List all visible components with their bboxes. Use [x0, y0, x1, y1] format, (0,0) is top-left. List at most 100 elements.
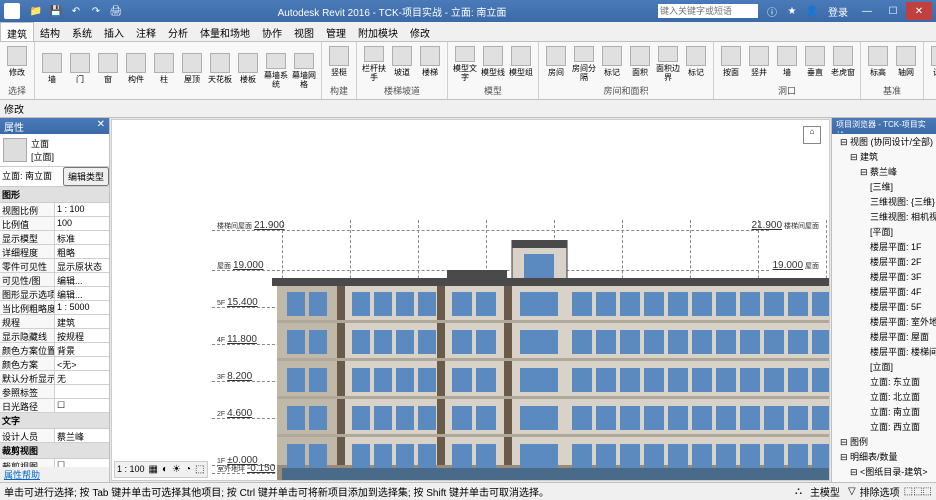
close-button[interactable]: ✕ — [906, 2, 932, 20]
model-label[interactable]: 主模型 — [810, 484, 840, 499]
tree-item-22[interactable]: ⊟ <图纸目录-建筑> — [832, 464, 936, 479]
tab-6[interactable]: 体量和场地 — [194, 22, 256, 41]
tree-item-11[interactable]: 楼层平面: 5F — [832, 299, 936, 314]
tree-item-18[interactable]: 立面: 南立面 — [832, 404, 936, 419]
tree-item-7[interactable]: 楼层平面: 1F — [832, 239, 936, 254]
level-line[interactable] — [212, 230, 769, 231]
tree-item-4[interactable]: 三维视图: {三维} — [832, 194, 936, 209]
tab-4[interactable]: 注释 — [130, 22, 162, 41]
ribbon-item-5-0[interactable]: 房间 — [543, 46, 569, 82]
tree-item-21[interactable]: ⊟ 明细表/数量 — [832, 449, 936, 464]
tree-item-3[interactable]: [三维] — [832, 179, 936, 194]
ribbon-item-1-5[interactable]: 屋顶 — [179, 53, 205, 89]
qat-open-icon[interactable]: 📁 — [28, 3, 44, 19]
search-input[interactable] — [658, 4, 758, 18]
ribbon-item-3-0[interactable]: 栏杆扶手 — [361, 46, 387, 82]
tree-item-5[interactable]: 三维视图: 相机视 — [832, 209, 936, 224]
prop-row[interactable]: 默认分析显示无 — [0, 371, 109, 385]
prop-section-header[interactable]: 文字 — [0, 413, 109, 429]
tree-item-19[interactable]: 立面: 西立面 — [832, 419, 936, 434]
visual-style-icon[interactable]: ◐ — [162, 464, 168, 475]
prop-row[interactable]: 规程建筑 — [0, 315, 109, 329]
star-icon[interactable]: ★ — [784, 3, 800, 19]
tab-11[interactable]: 修改 — [404, 22, 436, 41]
minimize-button[interactable]: — — [854, 2, 880, 20]
prop-row[interactable]: 显示模型标准 — [0, 231, 109, 245]
level-label-left[interactable]: 4F 11.800 — [217, 334, 257, 345]
crop-icon[interactable]: ⬚ — [195, 464, 204, 475]
prop-row[interactable]: 裁剪视图☐ — [0, 459, 109, 467]
shadows-icon[interactable]: ◔ — [185, 464, 191, 475]
properties-help-link[interactable]: 属性帮助 — [0, 467, 109, 482]
tree-item-12[interactable]: 楼层平面: 室外地 — [832, 314, 936, 329]
ribbon-item-3-1[interactable]: 坡道 — [389, 46, 415, 82]
ribbon-item-4-1[interactable]: 模型线 — [480, 46, 506, 82]
user-icon[interactable]: 👤 — [804, 3, 820, 19]
tab-1[interactable]: 结构 — [34, 22, 66, 41]
tree-item-0[interactable]: ⊟ 视图 (协同设计/全部) — [832, 134, 936, 149]
drawing-viewport[interactable]: 楼梯间屋面 21.90021.900 楼梯间屋面屋面 19.00019.000 … — [111, 119, 830, 481]
tab-5[interactable]: 分析 — [162, 22, 194, 41]
ribbon-item-1-0[interactable]: 墙 — [39, 53, 65, 89]
tree-item-14[interactable]: 楼层平面: 楼梯间 — [832, 344, 936, 359]
qat-undo-icon[interactable]: ↶ — [68, 3, 84, 19]
ribbon-item-5-5[interactable]: 标记 — [683, 46, 709, 82]
tree-item-9[interactable]: 楼层平面: 3F — [832, 269, 936, 284]
prop-row[interactable]: 颜色方案<无> — [0, 357, 109, 371]
prop-row[interactable]: 视图比例1 : 100 — [0, 203, 109, 217]
prop-row[interactable]: 图形显示选项编辑... — [0, 287, 109, 301]
ribbon-item-4-0[interactable]: 模型文字 — [452, 46, 478, 82]
tab-3[interactable]: 插入 — [98, 22, 130, 41]
tree-item-13[interactable]: 楼层平面: 屋面 — [832, 329, 936, 344]
prop-section-header[interactable]: 图形 — [0, 187, 109, 203]
worksets-icon[interactable]: ⛬ — [795, 486, 802, 497]
scale-display[interactable]: 1 : 100 — [117, 464, 145, 475]
prop-row[interactable]: 设计人员蔡兰峰 — [0, 429, 109, 443]
prop-row[interactable]: 当比例粗略度1 : 5000 — [0, 301, 109, 315]
properties-header[interactable]: 属性✕ — [0, 118, 109, 134]
detail-level-icon[interactable]: ▦ — [149, 464, 158, 475]
browser-header[interactable]: 项目浏览器 - TCK-项目实战 — [832, 118, 936, 134]
ribbon-item-6-1[interactable]: 竖井 — [746, 46, 772, 82]
level-label-left[interactable]: 室外地坪 -0.150 — [217, 463, 275, 474]
level-label-left[interactable]: 屋面 19.000 — [217, 260, 264, 271]
level-label-left[interactable]: 3F 8.200 — [217, 371, 252, 382]
ribbon-item-6-0[interactable]: 按面 — [718, 46, 744, 82]
ribbon-item-7-0[interactable]: 标高 — [865, 46, 891, 82]
ribbon-item-1-8[interactable]: 幕墙系统 — [263, 53, 289, 89]
edit-type-button[interactable]: 编辑类型 — [63, 167, 109, 186]
ribbon-item-1-7[interactable]: 楼板 — [235, 53, 261, 89]
tab-10[interactable]: 附加模块 — [352, 22, 404, 41]
ribbon-item-6-3[interactable]: 垂直 — [802, 46, 828, 82]
ribbon-item-0-0[interactable]: 修改 — [4, 46, 30, 82]
ribbon-item-4-2[interactable]: 模型组 — [508, 46, 534, 82]
tree-item-6[interactable]: [平面] — [832, 224, 936, 239]
maximize-button[interactable]: ☐ — [880, 2, 906, 20]
level-label-left[interactable]: 5F 15.400 — [217, 297, 258, 308]
select-icon-1[interactable]: ⬚ — [904, 486, 913, 497]
ribbon-item-6-4[interactable]: 老虎窗 — [830, 46, 856, 82]
prop-row[interactable]: 显示隐藏线按规程 — [0, 329, 109, 343]
ribbon-item-5-1[interactable]: 房间分隔 — [571, 46, 597, 82]
tab-9[interactable]: 管理 — [320, 22, 352, 41]
prop-row[interactable]: 可见性/图编辑... — [0, 273, 109, 287]
tree-item-2[interactable]: ⊟ 蔡兰峰 — [832, 164, 936, 179]
tab-8[interactable]: 视图 — [288, 22, 320, 41]
tab-0[interactable]: 建筑 — [0, 22, 34, 41]
level-label-left[interactable]: 楼梯间屋面 21.900 — [217, 220, 285, 231]
ribbon-item-8-0[interactable]: 设置 — [928, 46, 936, 82]
level-label-right[interactable]: 21.900 楼梯间屋面 — [751, 220, 819, 231]
qat-print-icon[interactable]: 🖨 — [108, 3, 124, 19]
tree-item-20[interactable]: ⊟ 图例 — [832, 434, 936, 449]
select-icon-3[interactable]: ⬚ — [923, 486, 932, 497]
ribbon-item-1-2[interactable]: 窗 — [95, 53, 121, 89]
prop-row[interactable]: 颜色方案位置背景 — [0, 343, 109, 357]
tree-item-15[interactable]: [立面] — [832, 359, 936, 374]
filter-icon[interactable]: ▽ — [848, 486, 856, 497]
ribbon-item-3-2[interactable]: 楼梯 — [417, 46, 443, 82]
tree-item-10[interactable]: 楼层平面: 4F — [832, 284, 936, 299]
ribbon-item-2-0[interactable]: 竖梃 — [326, 46, 352, 82]
tree-item-16[interactable]: 立面: 东立面 — [832, 374, 936, 389]
prop-section-header[interactable]: 裁剪视图 — [0, 443, 109, 459]
ribbon-item-5-3[interactable]: 面积 — [627, 46, 653, 82]
